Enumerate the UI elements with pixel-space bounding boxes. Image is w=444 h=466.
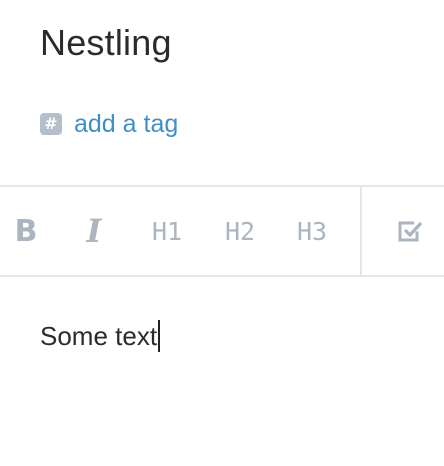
checkbox-icon: [398, 221, 423, 242]
checklist-button[interactable]: [392, 187, 428, 275]
editor-content-text: Some text: [40, 321, 158, 351]
heading-1-button[interactable]: H1: [145, 187, 189, 275]
bold-button[interactable]: B: [6, 187, 46, 275]
italic-button[interactable]: I: [74, 187, 114, 275]
editor-body[interactable]: Some text: [40, 318, 161, 354]
note-editor: Nestling # add a tag B I H1 H2 H3 Some t…: [0, 0, 444, 466]
note-title[interactable]: Nestling: [40, 22, 172, 64]
heading-3-button[interactable]: H3: [290, 187, 334, 275]
toolbar-divider: [360, 187, 362, 275]
text-caret: [158, 320, 161, 353]
hash-icon: #: [40, 113, 62, 135]
add-tag-link[interactable]: add a tag: [74, 110, 178, 138]
heading-2-button[interactable]: H2: [218, 187, 262, 275]
formatting-toolbar: B I H1 H2 H3: [0, 185, 444, 277]
tag-row: # add a tag: [40, 110, 178, 138]
